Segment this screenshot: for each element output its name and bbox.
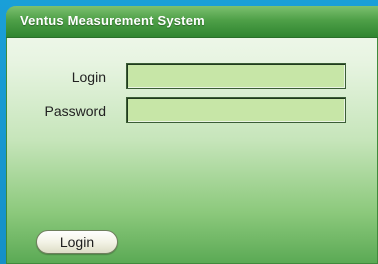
login-label: Login: [71, 69, 106, 85]
password-label: Password: [44, 103, 106, 119]
desktop-background: Ventus Measurement System Login Password…: [0, 0, 378, 264]
title-bar: Ventus Measurement System: [6, 6, 378, 38]
login-button[interactable]: Login: [36, 230, 118, 254]
password-field[interactable]: [126, 97, 346, 123]
window-title: Ventus Measurement System: [20, 13, 205, 28]
login-field[interactable]: [126, 63, 346, 89]
login-window: Ventus Measurement System Login Password…: [6, 6, 378, 264]
